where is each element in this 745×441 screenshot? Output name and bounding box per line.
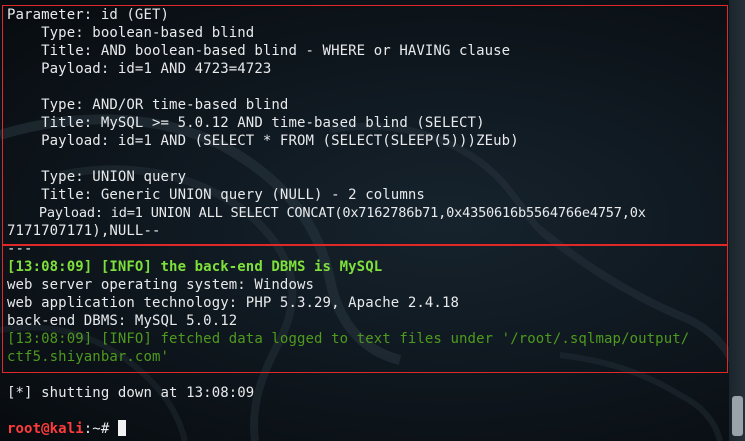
separator-line: --- <box>7 241 33 257</box>
output-line: Type: AND/OR time-based blind <box>7 97 289 113</box>
output-line: Parameter: id (GET) <box>7 7 170 23</box>
output-line: Payload: id=1 UNION ALL SELECT CONCAT(0x… <box>7 205 646 221</box>
output-line: Payload: id=1 AND (SELECT * FROM (SELECT… <box>7 133 519 149</box>
output-line: Title: AND boolean-based blind - WHERE o… <box>7 43 511 59</box>
text-cursor <box>117 420 126 436</box>
output-line: Type: boolean-based blind <box>7 25 255 41</box>
output-line: Type: UNION query <box>7 169 187 185</box>
info-backend-dbms: [13:08:09] [INFO] the back-end DBMS is M… <box>7 259 383 275</box>
prompt-path: :~# <box>83 421 110 437</box>
output-line: 7171707171),NULL-- <box>7 223 161 239</box>
info-fetched-data-cont: ctf5.shiyanbar.com' <box>7 349 170 365</box>
output-line: Title: Generic UNION query (NULL) - 2 co… <box>7 187 425 203</box>
output-line: Payload: id=1 AND 4723=4723 <box>7 61 272 77</box>
terminal-window[interactable]: Parameter: id (GET) Type: boolean-based … <box>0 0 745 441</box>
backend-dbms-version: back-end DBMS: MySQL 5.0.12 <box>7 313 238 329</box>
web-server-os: web server operating system: Windows <box>7 277 315 293</box>
web-app-technology: web application technology: PHP 5.3.29, … <box>7 295 460 311</box>
shutdown-message: [*] shutting down at 13:08:09 <box>7 385 255 401</box>
scrollbar-track[interactable] <box>729 0 745 441</box>
output-line: Title: MySQL >= 5.0.12 AND time-based bl… <box>7 115 485 131</box>
shell-prompt[interactable]: root@kali:~# <box>7 420 126 438</box>
prompt-user-host: root@kali <box>7 421 84 437</box>
info-fetched-data: [13:08:09] [INFO] fetched data logged to… <box>7 331 690 347</box>
scrollbar-thumb[interactable] <box>732 396 743 436</box>
